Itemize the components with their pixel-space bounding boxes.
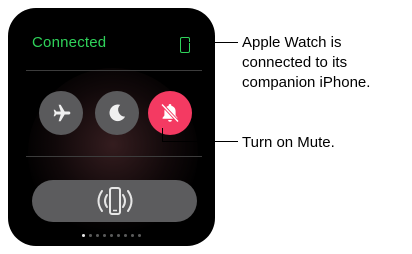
page-dot bbox=[117, 234, 120, 237]
iphone-outline-icon bbox=[180, 37, 190, 53]
callout-connected: Apple Watch is connected to its companio… bbox=[242, 33, 407, 93]
callout-connected-line-1: Apple Watch is bbox=[242, 34, 342, 51]
page-dot bbox=[131, 234, 134, 237]
page-dot bbox=[82, 234, 85, 237]
page-dot bbox=[110, 234, 113, 237]
page-dot bbox=[89, 234, 92, 237]
bell-slash-icon bbox=[160, 103, 180, 123]
page-dot bbox=[124, 234, 127, 237]
airplane-mode-button[interactable] bbox=[39, 91, 83, 135]
moon-icon bbox=[109, 104, 126, 122]
callout-leader-mute-vertical bbox=[162, 128, 163, 142]
ping-iphone-button[interactable] bbox=[32, 180, 197, 222]
callout-leader-mute-horizontal bbox=[162, 141, 238, 142]
callout-connected-line-2: connected to its bbox=[242, 54, 348, 71]
mute-button[interactable] bbox=[148, 91, 192, 135]
airplane-icon bbox=[53, 104, 71, 122]
apple-watch-screen: Connected bbox=[8, 8, 215, 246]
connection-status-text: Connected bbox=[32, 34, 107, 51]
top-divider bbox=[26, 70, 202, 71]
page-dot bbox=[103, 234, 106, 237]
callout-mute: Turn on Mute. bbox=[242, 134, 335, 151]
do-not-disturb-button[interactable] bbox=[95, 91, 139, 135]
bottom-divider bbox=[26, 156, 202, 157]
page-dot bbox=[96, 234, 99, 237]
callout-connected-line-3: companion iPhone. bbox=[242, 74, 371, 91]
page-indicator bbox=[8, 234, 215, 240]
page-dot bbox=[138, 234, 141, 237]
ping-iphone-icon bbox=[97, 187, 132, 215]
callout-leader-connected bbox=[188, 42, 238, 43]
